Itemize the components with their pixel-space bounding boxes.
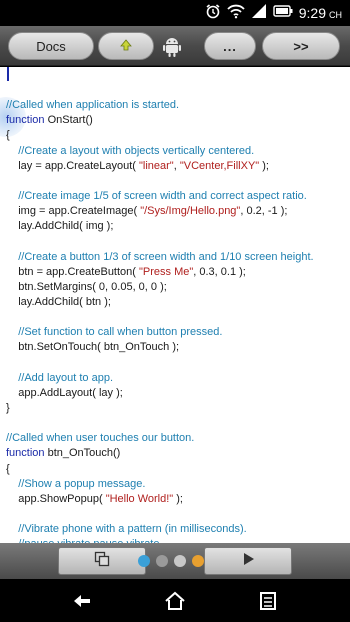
battery-icon	[273, 4, 293, 23]
code-keyword: function	[6, 114, 45, 127]
page-dot	[138, 555, 150, 567]
code-comment: //Set function to call when button press…	[6, 326, 223, 339]
code-string: "VCenter,FillXY"	[179, 159, 260, 172]
code-line: lay.AddChild( btn );	[6, 295, 314, 310]
action-bar	[0, 543, 350, 579]
code-token: , 0.2, -1 );	[240, 205, 288, 218]
code-text[interactable]: //Called when application is started. fun…	[6, 83, 314, 543]
code-line: app.AddLayout( lay );	[6, 386, 314, 401]
code-token: {	[6, 462, 10, 475]
code-line: btn = app.CreateButton( "Press Me", 0.3,…	[6, 265, 314, 280]
code-line: //Create image 1/5 of screen width and c…	[6, 189, 314, 204]
code-line: app.ShowPopup( "Hello World!" );	[6, 492, 314, 507]
code-comment: //Create a layout with objects verticall…	[6, 144, 255, 157]
code-comment: //Show a popup message.	[6, 477, 146, 490]
code-line: {	[6, 128, 314, 143]
alarm-icon	[205, 3, 221, 24]
code-token: app.AddLayout( lay );	[6, 386, 123, 399]
docs-button-label: Docs	[36, 38, 66, 54]
code-line: lay.AddChild( img );	[6, 219, 314, 234]
clock-period: CH	[329, 10, 342, 20]
code-token: btn_OnTouch()	[44, 447, 121, 460]
play-button[interactable]	[204, 547, 292, 575]
code-line: function btn_OnTouch()	[6, 446, 314, 461]
code-line: //Set function to call when button press…	[6, 325, 314, 340]
up-button[interactable]	[98, 32, 154, 60]
back-icon[interactable]	[70, 589, 94, 613]
code-token: btn.SetMargins( 0, 0.05, 0, 0 );	[6, 280, 167, 293]
code-comment: //Called when application is started.	[6, 99, 180, 112]
next-button-label: >>	[293, 38, 309, 54]
code-line: {	[6, 462, 314, 477]
code-line: //Called when user touches our button.	[6, 431, 314, 446]
code-token: img = app.CreateImage(	[6, 205, 141, 218]
home-icon[interactable]	[163, 589, 187, 613]
code-string: "Hello World!"	[105, 492, 174, 505]
recent-apps-icon[interactable]	[256, 589, 280, 613]
copy-icon	[94, 551, 110, 572]
play-icon	[240, 551, 256, 572]
page-dot	[174, 555, 186, 567]
code-token: {	[6, 129, 10, 142]
code-token: lay.AddChild( img );	[6, 220, 114, 233]
docs-button[interactable]: Docs	[8, 32, 94, 60]
page-dot	[192, 555, 204, 567]
code-line: lay = app.CreateLayout( "linear", "VCent…	[6, 159, 314, 174]
signal-icon	[251, 3, 267, 24]
more-button[interactable]: ...	[204, 32, 256, 60]
code-token: app.ShowPopup(	[6, 492, 106, 505]
code-comment: //Create image 1/5 of screen width and c…	[6, 189, 307, 202]
code-comment: //Called when user touches our button.	[6, 432, 195, 445]
navigation-bar	[0, 579, 350, 622]
code-comment: //Vibrate phone with a pattern (in milli…	[6, 523, 247, 536]
code-token: btn = app.CreateButton(	[6, 265, 139, 278]
code-editor[interactable]: //Called when application is started. fun…	[0, 67, 350, 543]
code-token: , 0.3, 0.1 );	[193, 265, 246, 278]
page-dot	[156, 555, 168, 567]
code-keyword: function	[6, 447, 45, 460]
code-string: "linear"	[139, 159, 174, 172]
status-bar: 9:29 CH	[0, 0, 350, 26]
code-line: //Vibrate phone with a pattern (in milli…	[6, 522, 314, 537]
code-token: );	[259, 159, 269, 172]
code-token: OnStart()	[44, 114, 93, 127]
code-line: btn.SetOnTouch( btn_OnTouch );	[6, 340, 314, 355]
code-line: //Add layout to app.	[6, 371, 314, 386]
code-line: //Create a layout with objects verticall…	[6, 144, 314, 159]
wifi-icon	[227, 3, 245, 24]
code-token: btn.SetOnTouch( btn_OnTouch );	[6, 341, 180, 354]
code-line: img = app.CreateImage( "/Sys/Img/Hello.p…	[6, 204, 314, 219]
code-string: "Press Me"	[139, 265, 194, 278]
toolbar: Docs ... >>	[0, 26, 350, 66]
code-line: }	[6, 401, 314, 416]
up-arrow-icon	[119, 38, 133, 55]
code-token: }	[6, 401, 10, 414]
more-button-label: ...	[223, 38, 237, 54]
code-token: lay.AddChild( btn );	[6, 295, 111, 308]
code-token: lay = app.CreateLayout(	[6, 159, 139, 172]
android-icon[interactable]	[160, 34, 184, 58]
clock-time: 9:29	[298, 5, 326, 21]
copy-button[interactable]	[58, 547, 146, 575]
status-icons: 9:29 CH	[205, 3, 342, 24]
next-button[interactable]: >>	[262, 32, 340, 60]
code-line: function OnStart()	[6, 113, 314, 128]
code-comment: //Create a button 1/3 of screen width an…	[6, 250, 314, 263]
code-line: //Show a popup message.	[6, 477, 314, 492]
code-comment: //Add layout to app.	[6, 371, 114, 384]
text-cursor	[7, 67, 9, 81]
code-line: //Called when application is started.	[6, 98, 314, 113]
code-line: //Create a button 1/3 of screen width an…	[6, 250, 314, 265]
code-string: "/Sys/Img/Hello.png"	[140, 205, 241, 218]
code-token: );	[173, 492, 183, 505]
code-line: btn.SetMargins( 0, 0.05, 0, 0 );	[6, 280, 314, 295]
